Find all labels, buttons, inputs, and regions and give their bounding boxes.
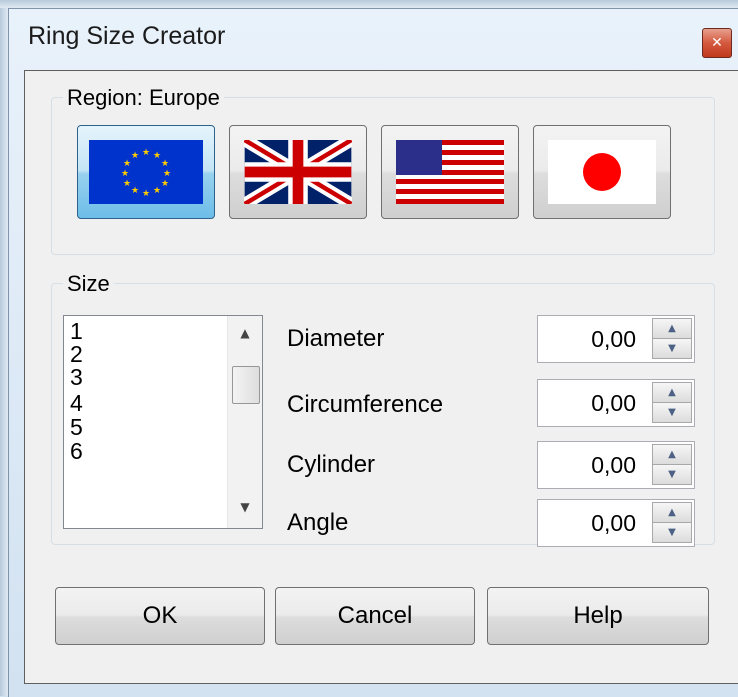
scroll-down-icon[interactable]: ▼ [228, 492, 262, 522]
list-item[interactable]: 1 [70, 320, 83, 343]
circumference-spinbox[interactable]: 0,00 ▲ ▼ [537, 379, 695, 427]
region-japan-button[interactable] [533, 125, 671, 219]
japan-flag-icon [548, 140, 656, 204]
angle-label: Angle [287, 509, 349, 536]
close-button[interactable]: ✕ [702, 28, 732, 58]
angle-up-icon[interactable]: ▲ [652, 502, 692, 523]
us-flag-icon [396, 140, 504, 204]
angle-value[interactable]: 0,00 [552, 510, 636, 537]
size-label: Size [63, 271, 114, 297]
svg-text:★: ★ [142, 189, 150, 199]
region-europe-button[interactable]: ★ ★ ★ ★ ★ ★ ★ ★ ★ ★ ★ ★ [77, 125, 215, 219]
list-item[interactable]: 5 [70, 416, 83, 439]
svg-text:★: ★ [123, 159, 131, 169]
list-item[interactable]: 3 [70, 366, 83, 389]
help-button[interactable]: Help [487, 587, 709, 645]
close-icon: ✕ [711, 35, 723, 51]
svg-text:★: ★ [161, 179, 169, 189]
region-label: Region: Europe [63, 85, 224, 111]
diameter-value[interactable]: 0,00 [552, 326, 636, 353]
ok-button[interactable]: OK [55, 587, 265, 645]
cancel-button[interactable]: Cancel [275, 587, 475, 645]
cylinder-up-icon[interactable]: ▲ [652, 444, 692, 465]
circumference-label: Circumference [287, 391, 444, 418]
svg-text:★: ★ [121, 169, 129, 179]
svg-text:★: ★ [123, 179, 131, 189]
circumference-down-icon[interactable]: ▼ [652, 402, 692, 423]
diameter-up-icon[interactable]: ▲ [652, 318, 692, 339]
window-shadow-left [0, 0, 8, 696]
angle-spinbox[interactable]: 0,00 ▲ ▼ [537, 499, 695, 547]
svg-text:★: ★ [131, 186, 139, 196]
region-uk-button[interactable] [229, 125, 367, 219]
circumference-up-icon[interactable]: ▲ [652, 382, 692, 403]
cylinder-spinbox[interactable]: 0,00 ▲ ▼ [537, 441, 695, 489]
svg-text:★: ★ [153, 186, 161, 196]
window-title: Ring Size Creator [28, 22, 226, 50]
cylinder-value[interactable]: 0,00 [552, 452, 636, 479]
list-item[interactable]: 6 [70, 440, 83, 463]
list-item[interactable]: 4 [70, 392, 83, 415]
uk-flag-icon [244, 140, 352, 204]
svg-text:★: ★ [131, 151, 139, 161]
diameter-spinbox[interactable]: 0,00 ▲ ▼ [537, 315, 695, 363]
svg-text:★: ★ [161, 159, 169, 169]
diameter-down-icon[interactable]: ▼ [652, 338, 692, 359]
dialog-client-area: Region: Europe ★ ★ ★ ★ ★ ★ ★ ★ ★ ★ ★ ★ S… [24, 70, 738, 684]
size-listbox[interactable]: 1 2 3 4 5 6 ▲ ▼ [63, 315, 263, 529]
eu-flag-icon: ★ ★★ ★★★ ★★★ ★★★ [89, 140, 203, 204]
svg-text:★: ★ [163, 169, 171, 179]
circumference-value[interactable]: 0,00 [552, 390, 636, 417]
angle-down-icon[interactable]: ▼ [652, 522, 692, 543]
cylinder-down-icon[interactable]: ▼ [652, 464, 692, 485]
region-us-button[interactable] [381, 125, 519, 219]
cylinder-label: Cylinder [287, 451, 376, 478]
scroll-up-icon[interactable]: ▲ [228, 318, 262, 348]
list-item[interactable]: 2 [70, 343, 83, 366]
diameter-label: Diameter [287, 325, 385, 352]
svg-text:★: ★ [142, 148, 150, 158]
scroll-thumb[interactable] [232, 366, 260, 404]
window-shadow-top [0, 0, 738, 8]
listbox-scrollbar[interactable]: ▲ ▼ [227, 316, 262, 528]
svg-text:★: ★ [153, 151, 161, 161]
